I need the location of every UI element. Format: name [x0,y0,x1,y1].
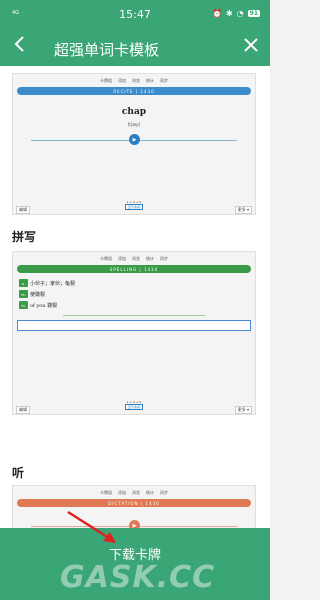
wifi-icon: ◔ [236,9,244,18]
divider [63,315,205,316]
definition-text: 小伙子；家伙；龟裂 [30,280,76,287]
card-nav-item: 浏览 [132,490,140,495]
definition-row: vt. 使皲裂 [19,290,255,298]
dictation-banner: DICTATION | 1430 [17,499,251,507]
pos-tag: n. [19,279,28,287]
definition-row: vi. of you 皲裂 [19,301,255,309]
card-nav: 卡牌组 添加 浏览 统计 同步 [13,486,255,496]
recite-banner: RECITE | 1430 [17,87,251,95]
more-button: 更多 ▾ [234,206,252,214]
card-phonetic: [tʃæp] [127,122,141,127]
card-nav-item: 添加 [118,490,126,495]
card-nav-item: 卡牌组 [100,490,112,495]
pos-tag: vt. [19,290,28,298]
card-footer: 1 + 2 + 0 显示答案 编辑 更多 ▾ [13,400,255,414]
card-nav: 卡牌组 添加 浏览 统计 同步 [13,74,255,84]
alarm-icon: ⏰ [211,9,222,18]
battery-icon: 91 [247,10,260,17]
card-nav-item: 同步 [160,78,168,83]
card-footer: 1 + 2 + 0 显示答案 编辑 更多 ▾ [13,200,255,214]
back-arrow-icon[interactable] [13,36,27,58]
edit-button: 编辑 [16,406,30,414]
dictation-section-title: 听 [12,466,25,480]
bluetooth-icon: ✱ [225,9,233,18]
pos-tag: vi. [19,301,28,309]
card-nav-item: 浏览 [132,78,140,83]
spelling-card-preview: 卡牌组 添加 浏览 统计 同步 SPELLING | 1430 n. 小伙子；家… [12,251,256,415]
card-nav-item: 统计 [146,78,154,83]
close-icon[interactable] [244,35,258,59]
spelling-banner: SPELLING | 1430 [17,265,251,273]
more-button: 更多 ▾ [234,406,252,414]
play-icon: ▶ [129,134,140,145]
definition-row: n. 小伙子；家伙；龟裂 [19,279,255,287]
show-answer-button: 显示答案 [124,204,144,210]
card-nav-item: 浏览 [132,256,140,261]
card-nav-item: 统计 [146,490,154,495]
card-word: chap [121,107,147,117]
card-nav-item: 同步 [160,490,168,495]
card-nav-item: 添加 [118,78,126,83]
page-title: 超强单词卡模板 [54,41,160,59]
card-nav-item: 添加 [118,256,126,261]
template-preview-list[interactable]: 卡牌组 添加 浏览 统计 同步 RECITE | 1430 chap [tʃæp… [0,66,270,600]
card-nav: 卡牌组 添加 浏览 统计 同步 [13,252,255,262]
card-nav-item: 同步 [160,256,168,261]
card-nav-item: 卡牌组 [100,256,112,261]
definition-text: of you 皲裂 [30,302,58,309]
app-bar: 超强单词卡模板 [0,30,270,66]
card-nav-item: 统计 [146,256,154,261]
status-icons: ⏰ ✱ ◔ 91 [212,9,260,18]
spelling-input [17,320,251,331]
audio-player: ▶ [13,133,255,147]
definition-text: 使皲裂 [30,291,46,298]
watermark: GASK.CC [60,560,216,595]
status-bar: 4G 15:47 ⏰ ✱ ◔ 91 [0,0,270,30]
edit-button: 编辑 [16,206,30,214]
recite-card-preview: 卡牌组 添加 浏览 统计 同步 RECITE | 1430 chap [tʃæp… [12,73,256,215]
show-answer-button: 显示答案 [124,404,144,410]
card-nav-item: 卡牌组 [100,78,112,83]
spelling-section-title: 拼写 [12,230,37,244]
